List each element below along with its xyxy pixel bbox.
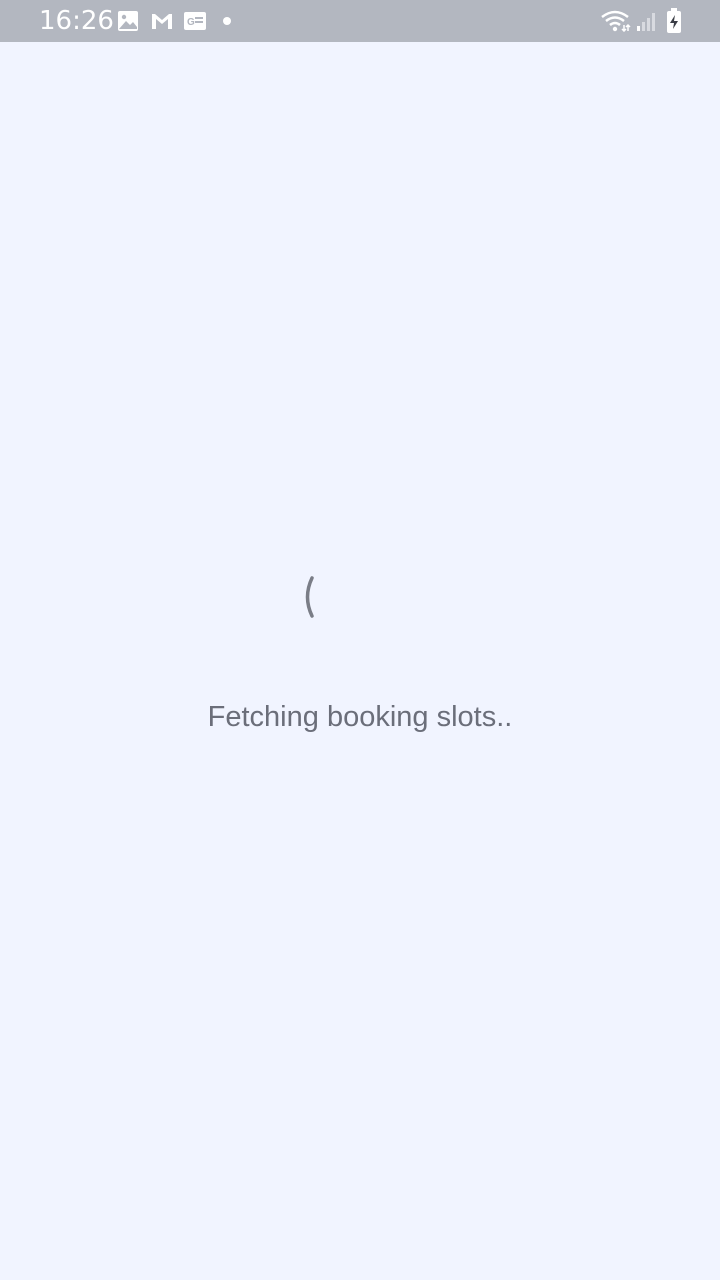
google-news-icon: G bbox=[183, 10, 207, 32]
more-notifications-dot-icon bbox=[222, 10, 232, 32]
loading-spinner bbox=[290, 570, 338, 626]
gmail-icon bbox=[150, 10, 174, 32]
loading-screen bbox=[0, 42, 720, 1280]
loading-message: Fetching booking slots.. bbox=[207, 701, 513, 733]
status-time: 16:26 bbox=[39, 6, 114, 36]
svg-text:G: G bbox=[187, 17, 195, 28]
battery-charging-icon bbox=[666, 8, 682, 33]
signal-icon bbox=[636, 10, 658, 32]
wifi-icon bbox=[600, 10, 632, 32]
gallery-icon bbox=[117, 10, 139, 32]
status-bar: 16:26 G bbox=[0, 0, 720, 42]
